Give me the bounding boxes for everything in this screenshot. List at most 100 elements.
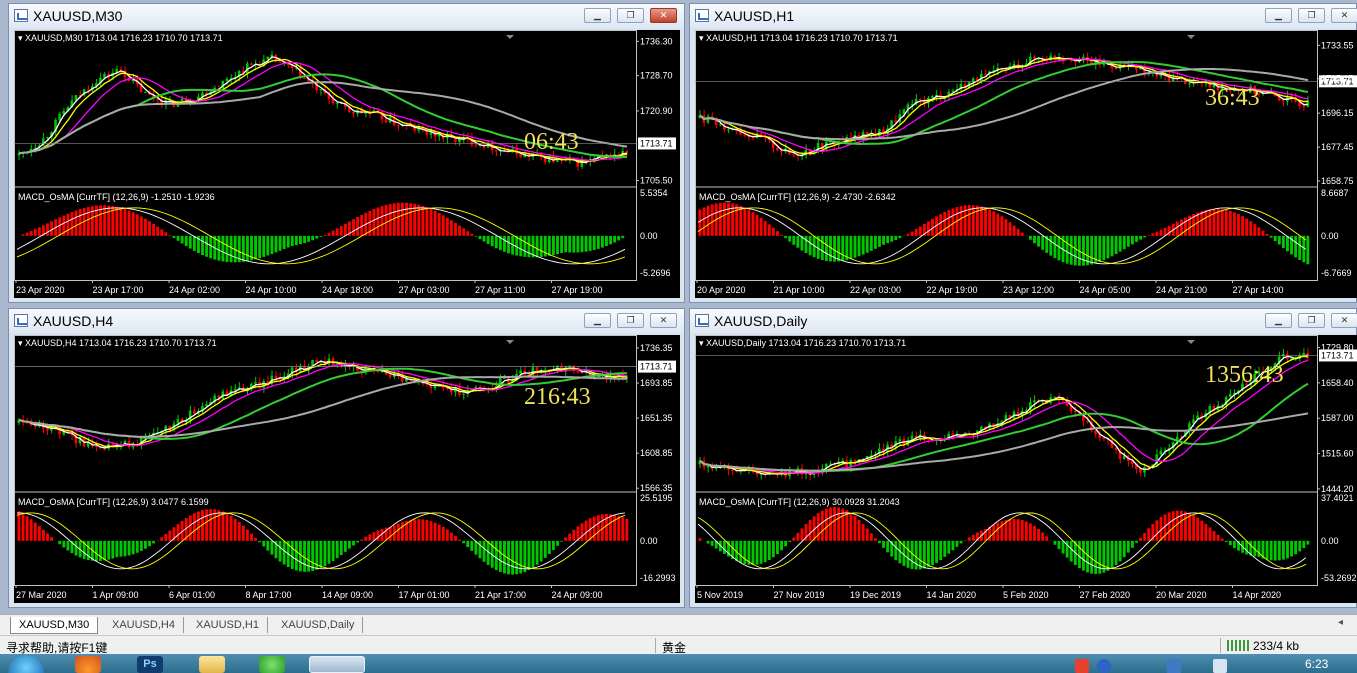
macd-bar bbox=[470, 233, 474, 236]
macd-bar bbox=[37, 227, 41, 236]
macd-bar bbox=[458, 225, 462, 236]
macd-bar bbox=[808, 519, 812, 541]
clock: 6:23 bbox=[1305, 657, 1329, 671]
macd-bar bbox=[405, 202, 408, 236]
macd-bar bbox=[1216, 534, 1220, 541]
macd-bar bbox=[515, 235, 519, 256]
candle-body bbox=[1139, 468, 1142, 473]
macd-bar bbox=[135, 540, 139, 553]
tab-xauusd-daily[interactable]: XAUUSD,Daily bbox=[273, 617, 364, 633]
macd-bar bbox=[131, 212, 135, 236]
chart-window-m30[interactable]: XAUUSD,M30 ▁ ❐ ✕ 1713.71 1736.30 1728.70 17… bbox=[8, 3, 685, 303]
network-icon[interactable] bbox=[1167, 659, 1181, 673]
tab-xauusd-m30[interactable]: XAUUSD,M30 bbox=[10, 617, 99, 634]
macd-bar bbox=[103, 540, 107, 561]
chart-plot[interactable]: 1713.71 1736.30 1728.70 1720.90 1705.50 ▾ XAU… bbox=[14, 30, 680, 298]
price-chart[interactable]: 1713.711733.551715.151696.151677.451658.… bbox=[695, 30, 1357, 298]
tab-xauusd-h1[interactable]: XAUUSD,H1 bbox=[188, 617, 268, 633]
candle-body bbox=[743, 134, 746, 136]
macd-bar bbox=[1245, 540, 1249, 555]
minimize-button[interactable]: ▁ bbox=[584, 8, 611, 23]
macd-bar bbox=[1281, 540, 1285, 560]
macd-bar bbox=[931, 540, 934, 566]
macd-bar bbox=[290, 540, 294, 569]
window-title: XAUUSD,M30 bbox=[33, 8, 123, 24]
macd-bar bbox=[515, 540, 519, 575]
title-bar[interactable]: XAUUSD,Daily ▁ ❐ ✕ bbox=[690, 309, 1357, 333]
macd-bar bbox=[66, 540, 70, 551]
macd-bar bbox=[331, 230, 335, 236]
macd-bar bbox=[103, 205, 107, 236]
scroll-arrow-icon[interactable]: ◂ bbox=[1338, 617, 1343, 628]
macd-bar bbox=[1053, 235, 1057, 259]
chart-plot[interactable]: 1713.71 1733.55 1715.15 1696.15 1677.45 1658.… bbox=[695, 30, 1357, 298]
start-orb-icon[interactable] bbox=[8, 655, 44, 673]
mt4-icon[interactable] bbox=[309, 656, 365, 673]
macd-bar bbox=[507, 235, 510, 254]
time-tick-label: 27 Apr 03:00 bbox=[399, 285, 450, 295]
chart-window-daily[interactable]: XAUUSD,Daily ▁ ❐ ✕ 1713.71 1729.80 1658.40… bbox=[689, 308, 1357, 608]
macd-bar bbox=[1294, 235, 1298, 258]
candle-body bbox=[576, 370, 580, 372]
candle-body bbox=[254, 381, 257, 384]
title-bar[interactable]: XAUUSD,H4 ▁ ❐ ✕ bbox=[9, 309, 684, 333]
macd-bar bbox=[1041, 235, 1045, 250]
restore-button[interactable]: ❐ bbox=[617, 313, 644, 328]
wechat-icon[interactable] bbox=[259, 656, 285, 673]
close-button[interactable]: ✕ bbox=[650, 313, 677, 328]
restore-button[interactable]: ❐ bbox=[1298, 8, 1325, 23]
macd-bar bbox=[319, 540, 323, 569]
macd-bar bbox=[1265, 540, 1269, 560]
price-chart[interactable]: 1713.71 1736.35 1693.85 1651.35 1608.85 1566.… bbox=[14, 335, 680, 603]
folder-icon[interactable] bbox=[199, 656, 225, 673]
chart-shift-marker bbox=[506, 340, 514, 344]
firefox-icon[interactable] bbox=[75, 656, 101, 673]
macd-bar bbox=[617, 515, 621, 541]
chart-window-h4[interactable]: XAUUSD,H4 ▁ ❐ ✕ 1713.71 1736.35 1693.85 165… bbox=[8, 308, 685, 608]
chart-plot[interactable]: 1713.71 1729.80 1658.40 1587.00 1515.60 1444.… bbox=[695, 335, 1357, 603]
minimize-button[interactable]: ▁ bbox=[584, 313, 611, 328]
restore-button[interactable]: ❐ bbox=[617, 8, 644, 23]
macd-bar bbox=[50, 221, 54, 236]
help-icon[interactable] bbox=[1097, 659, 1111, 673]
title-bar[interactable]: XAUUSD,H1 ▁ ❐ ✕ bbox=[690, 4, 1357, 28]
macd-bar bbox=[580, 235, 584, 253]
sogou-icon[interactable] bbox=[1075, 659, 1089, 673]
macd-bar bbox=[951, 208, 955, 236]
time-tick-label: 14 Apr 2020 bbox=[1233, 590, 1282, 600]
macd-bar bbox=[462, 228, 466, 236]
chart-plot[interactable]: 1713.71 1736.35 1693.85 1651.35 1608.85 1566.… bbox=[14, 335, 680, 603]
tab-xauusd-h4[interactable]: XAUUSD,H4 bbox=[104, 617, 184, 633]
macd-bar bbox=[458, 539, 462, 541]
macd-bar bbox=[1016, 519, 1020, 541]
macd-bar bbox=[494, 235, 498, 249]
minimize-button[interactable]: ▁ bbox=[1265, 8, 1292, 23]
macd-bar bbox=[613, 235, 617, 243]
time-tick-label: 24 Apr 10:00 bbox=[246, 285, 297, 295]
restore-button[interactable]: ❐ bbox=[1298, 313, 1325, 328]
price-chart[interactable]: 1713.711729.801658.401587.001515.601444.… bbox=[695, 335, 1357, 603]
macd-bar bbox=[1028, 235, 1032, 240]
price-chart[interactable]: 1713.71 1736.30 1728.70 1720.90 1705.50 ▾ XAU… bbox=[14, 30, 680, 298]
macd-bar bbox=[1143, 235, 1147, 238]
chart-window-h1[interactable]: XAUUSD,H1 ▁ ❐ ✕ 1713.71 1733.55 1715.15 169… bbox=[689, 3, 1357, 303]
macd-bar bbox=[1037, 235, 1041, 247]
close-button[interactable]: ✕ bbox=[650, 8, 677, 23]
volume-icon[interactable] bbox=[1213, 659, 1227, 673]
macd-bar bbox=[1306, 235, 1310, 265]
macd-bar bbox=[890, 235, 894, 242]
minimize-button[interactable]: ▁ bbox=[1265, 313, 1292, 328]
photoshop-icon[interactable]: Ps bbox=[137, 656, 163, 673]
macd-bar bbox=[971, 205, 975, 236]
macd-bar bbox=[503, 235, 506, 252]
macd-bar bbox=[1208, 209, 1212, 236]
macd-bar bbox=[1257, 227, 1261, 236]
macd-bar bbox=[205, 509, 209, 541]
macd-bar bbox=[33, 522, 37, 541]
macd-bar bbox=[926, 221, 930, 236]
close-button[interactable]: ✕ bbox=[1331, 313, 1357, 328]
title-bar[interactable]: XAUUSD,M30 ▁ ❐ ✕ bbox=[9, 4, 684, 28]
time-tick-label: 1 Apr 09:00 bbox=[93, 590, 139, 600]
macd-bar bbox=[462, 540, 466, 544]
close-button[interactable]: ✕ bbox=[1331, 8, 1357, 23]
